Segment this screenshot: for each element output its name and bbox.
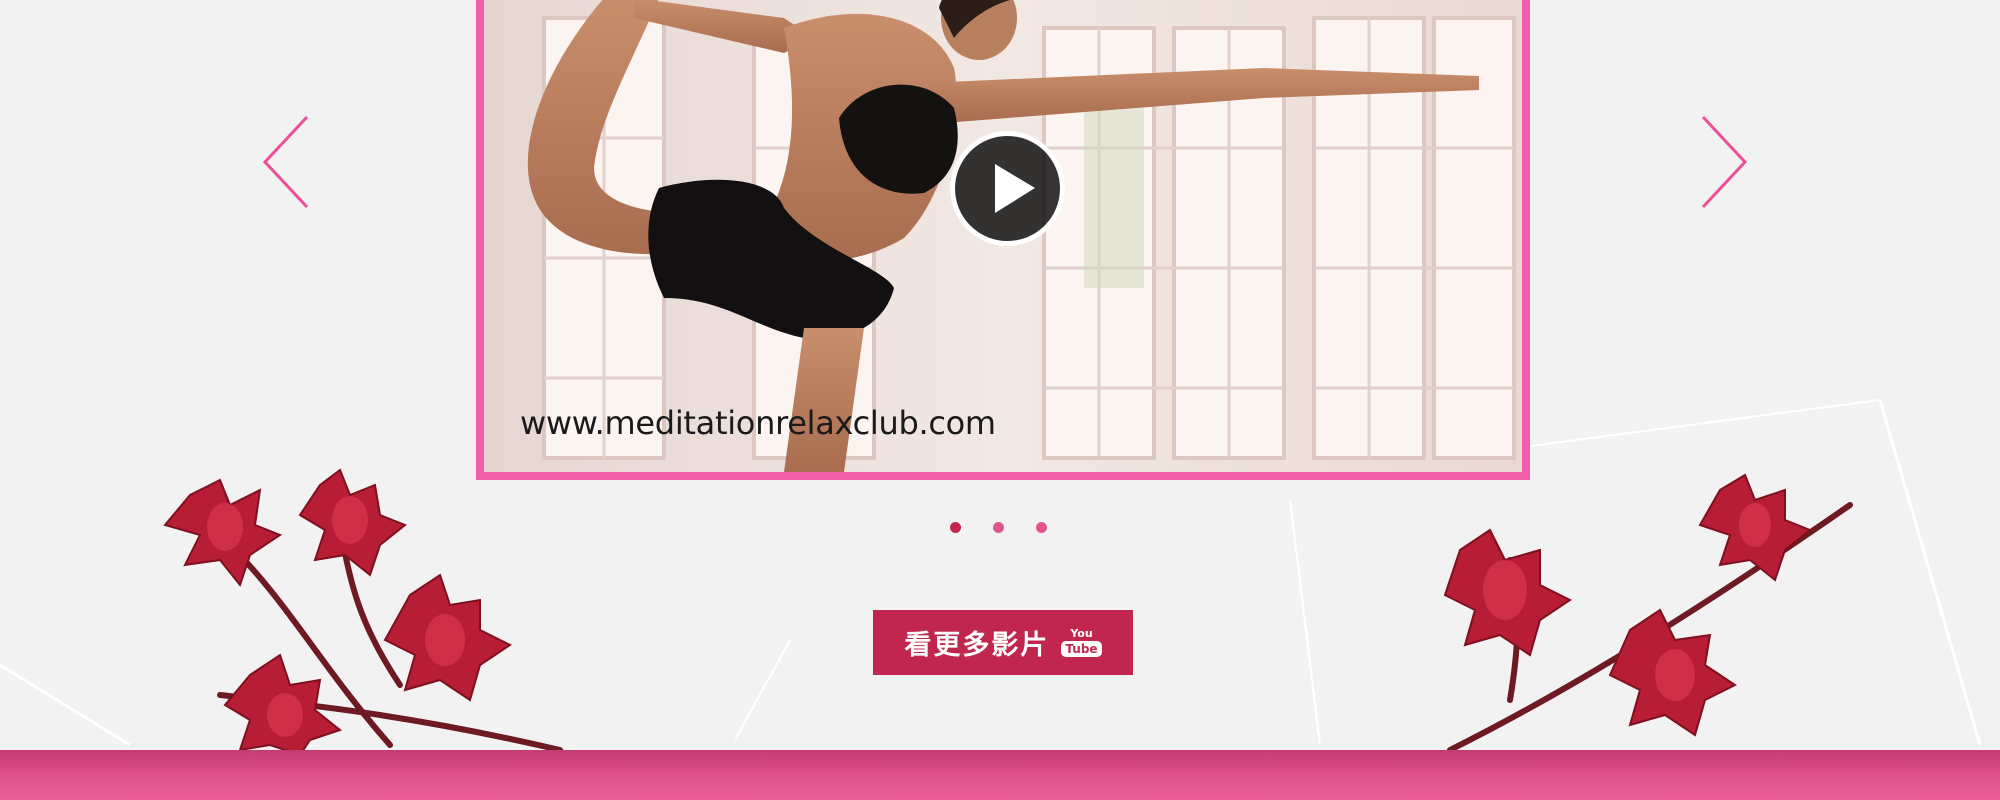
video-watermark: www.meditationrelaxclub.com bbox=[520, 404, 996, 442]
footer-bar bbox=[0, 750, 2000, 800]
youtube-tube-text: Tube bbox=[1061, 641, 1102, 657]
roselle-flowers-right bbox=[1443, 473, 1853, 753]
more-videos-label: 看更多影片 bbox=[904, 630, 1050, 661]
more-videos-button[interactable]: 看更多影片 You Tube bbox=[873, 610, 1133, 675]
carousel-dot-1[interactable] bbox=[950, 522, 961, 533]
roselle-flowers-left bbox=[163, 468, 563, 755]
play-icon bbox=[995, 164, 1035, 213]
carousel-prev-button[interactable] bbox=[255, 112, 315, 212]
youtube-icon: You Tube bbox=[1061, 627, 1102, 657]
carousel-dot-3[interactable] bbox=[1036, 522, 1047, 533]
youtube-you-text: You bbox=[1070, 627, 1093, 640]
carousel-dot-2[interactable] bbox=[993, 522, 1004, 533]
play-button[interactable] bbox=[950, 131, 1065, 246]
chevron-right-icon bbox=[1701, 115, 1748, 209]
carousel-pagination bbox=[940, 520, 1070, 540]
chevron-left-icon bbox=[262, 115, 309, 209]
carousel-next-button[interactable] bbox=[1695, 112, 1755, 212]
video-thumbnail[interactable]: www.meditationrelaxclub.com bbox=[476, 0, 1530, 480]
